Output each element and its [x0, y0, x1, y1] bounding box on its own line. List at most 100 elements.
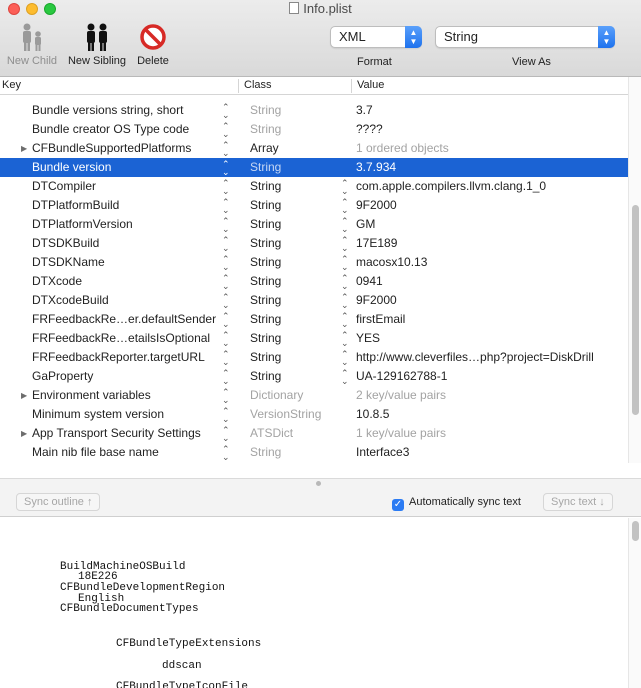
split-divider[interactable]	[0, 478, 641, 488]
outline-row[interactable]: Main nib file base name ⌃ ⌄ String Interface…	[0, 443, 628, 462]
outline-row[interactable]: Bundle versions string, short ⌃ ⌄ String 3.7	[0, 101, 628, 120]
key-stepper-icon[interactable]: ⌃ ⌄	[222, 348, 230, 367]
key-stepper-icon[interactable]: ⌃ ⌄	[222, 443, 230, 462]
value-stepper-icon[interactable]: ⌃ ⌄	[341, 177, 349, 196]
outline-row[interactable]: ▶ Environment variables ⌃ ⌄ Dictionary 2 key/…	[0, 386, 628, 405]
value-stepper-icon[interactable]: ⌃ ⌄	[341, 348, 349, 367]
outline-row[interactable]: DTPlatformVersion ⌃ ⌄ String ⌃ ⌄ GM	[0, 215, 628, 234]
row-key: App Transport Security Settings	[32, 426, 201, 440]
row-value[interactable]: 3.7	[356, 101, 373, 120]
outline-row[interactable]: Bundle version ⌃ ⌄ String 3.7.934	[0, 158, 628, 177]
outline-row[interactable]: DTSDKName ⌃ ⌄ String ⌃ ⌄ macosx10.13	[0, 253, 628, 272]
key-stepper-icon[interactable]: ⌃ ⌄	[222, 386, 230, 405]
value-stepper-icon[interactable]: ⌃ ⌄	[341, 367, 349, 386]
row-class: String	[250, 236, 282, 250]
value-stepper-icon[interactable]: ⌃ ⌄	[341, 310, 349, 329]
outline-row[interactable]: DTSDKBuild ⌃ ⌄ String ⌃ ⌄ 17E189	[0, 234, 628, 253]
key-stepper-icon[interactable]: ⌃ ⌄	[222, 234, 230, 253]
row-value[interactable]: ????	[356, 120, 383, 139]
outline-row[interactable]: DTXcode ⌃ ⌄ String ⌃ ⌄ 0941	[0, 272, 628, 291]
key-stepper-icon[interactable]: ⌃ ⌄	[222, 101, 230, 120]
key-stepper-icon[interactable]: ⌃ ⌄	[222, 120, 230, 139]
xml-text-view[interactable]: BuildMachineOSBuild 18E226 CFBundleDevelop…	[0, 518, 628, 688]
key-stepper-icon[interactable]: ⌃ ⌄	[222, 310, 230, 329]
key-stepper-icon[interactable]: ⌃ ⌄	[222, 405, 230, 424]
column-header-value[interactable]: Value	[357, 77, 384, 94]
row-value[interactable]: firstEmail	[356, 310, 405, 329]
key-stepper-icon[interactable]: ⌃ ⌄	[222, 139, 230, 158]
key-stepper-icon[interactable]: ⌃ ⌄	[222, 196, 230, 215]
row-value[interactable]: 17E189	[356, 234, 397, 253]
row-value[interactable]: 0941	[356, 272, 383, 291]
sync-text-button[interactable]: Sync text ↓	[543, 493, 613, 511]
value-stepper-icon[interactable]: ⌃ ⌄	[341, 253, 349, 272]
row-key: CFBundleSupportedPlatforms	[32, 141, 192, 155]
delete-button[interactable]: Delete	[134, 22, 172, 67]
new-sibling-button[interactable]: New Sibling	[64, 22, 130, 67]
disclosure-triangle-icon[interactable]: ▶	[21, 386, 27, 405]
outline-row[interactable]: DTXcodeBuild ⌃ ⌄ String ⌃ ⌄ 9F2000	[0, 291, 628, 310]
row-value[interactable]: 3.7.934	[356, 158, 396, 177]
row-value[interactable]: com.apple.compilers.llvm.clang.1_0	[356, 177, 546, 196]
outline-row[interactable]: Bundle creator OS Type code ⌃ ⌄ String????	[0, 120, 628, 139]
key-stepper-icon[interactable]: ⌃ ⌄	[222, 158, 230, 177]
view-as-value: String	[444, 29, 478, 44]
row-value[interactable]: YES	[356, 329, 380, 348]
outline-scrollbar[interactable]	[628, 77, 641, 463]
outline-row[interactable]: FRFeedbackReporter.targetURL ⌃ ⌄ String ⌃ ⌄ ht…	[0, 348, 628, 367]
format-popup[interactable]: XML ▲ ▼	[330, 26, 422, 48]
text-scroll-thumb[interactable]	[632, 521, 639, 541]
key-stepper-icon[interactable]: ⌃ ⌄	[222, 272, 230, 291]
value-stepper-icon[interactable]: ⌃ ⌄	[341, 291, 349, 310]
column-divider[interactable]	[238, 79, 239, 93]
key-stepper-icon[interactable]: ⌃ ⌄	[222, 253, 230, 272]
row-key: GaProperty	[32, 369, 94, 383]
outline-row[interactable]: FRFeedbackRe…er.defaultSender ⌃ ⌄ String ⌃ ⌄ f…	[0, 310, 628, 329]
outline-row[interactable]: ▶ App Transport Security Settings ⌃ ⌄ ATSDic…	[0, 424, 628, 443]
row-value[interactable]: 1 ordered objects	[356, 139, 449, 158]
row-value[interactable]: 9F2000	[356, 291, 397, 310]
value-stepper-icon[interactable]: ⌃ ⌄	[341, 329, 349, 348]
row-value[interactable]: http://www.cleverfiles…php?project=DiskD…	[356, 348, 594, 367]
column-header-key[interactable]: Key	[2, 77, 21, 94]
outline-scroll-thumb[interactable]	[632, 205, 639, 415]
sync-outline-button[interactable]: Sync outline ↑	[16, 493, 101, 511]
outline-row[interactable]: DTCompiler ⌃ ⌄ String ⌃ ⌄ com.apple.compilers.…	[0, 177, 628, 196]
row-value[interactable]: Interface3	[356, 443, 409, 462]
outline-row[interactable]: GaProperty ⌃ ⌄ String ⌃ ⌄ UA-129162788-1	[0, 367, 628, 386]
new-child-button[interactable]: New Child	[4, 22, 60, 67]
key-stepper-icon[interactable]: ⌃ ⌄	[222, 367, 230, 386]
disclosure-triangle-icon[interactable]: ▶	[21, 139, 27, 158]
row-key: Main nib file base name	[32, 445, 159, 459]
row-value[interactable]: 9F2000	[356, 196, 397, 215]
view-as-popup[interactable]: String ▲ ▼	[435, 26, 615, 48]
column-divider[interactable]	[351, 79, 352, 93]
key-stepper-icon[interactable]: ⌃ ⌄	[222, 215, 230, 234]
disclosure-triangle-icon[interactable]: ▶	[21, 424, 27, 443]
row-value[interactable]: 10.8.5	[356, 405, 389, 424]
row-class: String	[250, 255, 282, 269]
row-value[interactable]: GM	[356, 215, 375, 234]
value-stepper-icon[interactable]: ⌃ ⌄	[341, 196, 349, 215]
outline-row[interactable]: ▶ CFBundleSupportedPlatforms ⌃ ⌄ Array 1 orde…	[0, 139, 628, 158]
auto-sync-checkbox[interactable]: ✓ Automatically sync text	[392, 495, 521, 511]
key-stepper-icon[interactable]: ⌃ ⌄	[222, 177, 230, 196]
key-stepper-icon[interactable]: ⌃ ⌄	[222, 424, 230, 443]
row-key: DTXcode	[32, 274, 83, 288]
new-sibling-icon	[87, 23, 107, 51]
row-value[interactable]: 1 key/value pairs	[356, 424, 446, 443]
new-sibling-label: New Sibling	[67, 55, 127, 67]
value-stepper-icon[interactable]: ⌃ ⌄	[341, 234, 349, 253]
row-value[interactable]: UA-129162788-1	[356, 367, 447, 386]
key-stepper-icon[interactable]: ⌃ ⌄	[222, 291, 230, 310]
outline-row[interactable]: DTPlatformBuild ⌃ ⌄ String ⌃ ⌄ 9F2000	[0, 196, 628, 215]
value-stepper-icon[interactable]: ⌃ ⌄	[341, 272, 349, 291]
column-header-class[interactable]: Class	[244, 77, 272, 94]
row-value[interactable]: macosx10.13	[356, 253, 427, 272]
outline-row[interactable]: Minimum system version ⌃ ⌄ VersionString 10.…	[0, 405, 628, 424]
text-scrollbar[interactable]	[628, 518, 641, 688]
value-stepper-icon[interactable]: ⌃ ⌄	[341, 215, 349, 234]
key-stepper-icon[interactable]: ⌃ ⌄	[222, 329, 230, 348]
outline-row[interactable]: FRFeedbackRe…etailsIsOptional ⌃ ⌄ String ⌃ ⌄ Y…	[0, 329, 628, 348]
row-value[interactable]: 2 key/value pairs	[356, 386, 446, 405]
